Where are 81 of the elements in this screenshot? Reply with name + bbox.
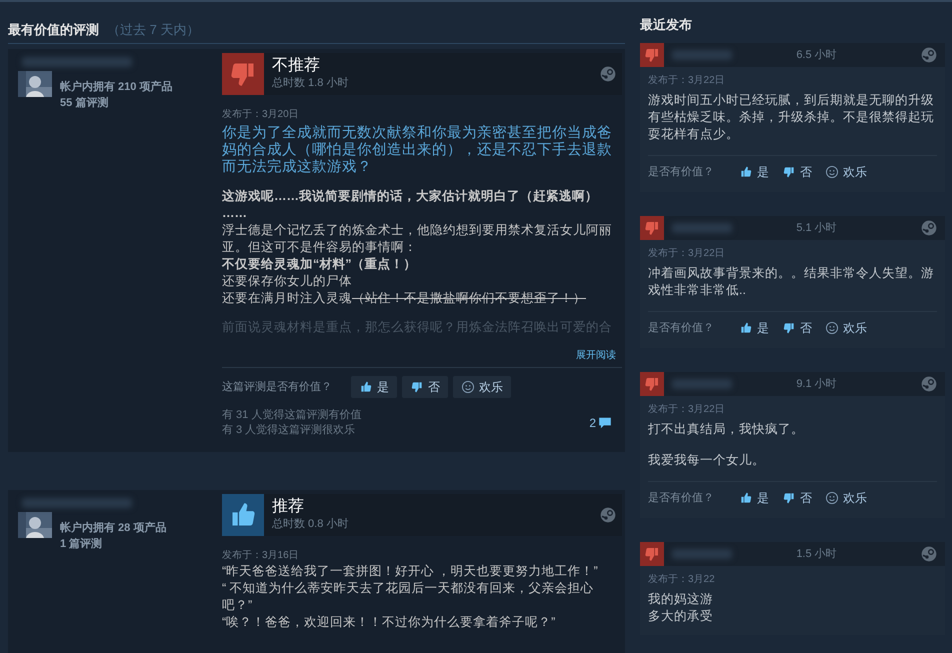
blurred-name <box>672 50 732 60</box>
review-text: “昨天爸爸送给我了一套拼图！好开心 ，明天也要更努力地工作！” <box>222 563 599 580</box>
review-text: …… <box>222 205 248 222</box>
review-text: 冲着画风故事背景来的。。结果非常令人失望。游戏性非常非常低.. <box>648 265 935 299</box>
steam-icon <box>921 546 937 562</box>
review-count: 55 篇评测 <box>60 96 110 111</box>
review-text: 不仅要给灵魂加“材料”（重点！） <box>222 256 418 273</box>
vote-button[interactable]: 是 <box>351 376 397 398</box>
post-date: 发布于：3月22 <box>648 573 716 587</box>
review-text: “ 不知道为什么蒂安昨天去了花园后一天都没有回来，父亲会担心吧？” <box>222 580 595 614</box>
thumbs-down-icon <box>782 491 796 505</box>
steam-icon <box>921 220 937 236</box>
thumbs-down-icon <box>410 380 424 394</box>
review-text: 这游戏呢……我说简要剧情的话，大家估计就明白了（赶紧逃啊） <box>222 188 599 205</box>
thumbs-down-icon <box>782 165 796 179</box>
comment-count: 2 <box>589 415 596 432</box>
vote-button[interactable]: 欢乐 <box>821 318 871 338</box>
verdict: 推荐 <box>272 498 305 516</box>
review-text: 多大的承受 <box>648 608 714 625</box>
review-text: 打不出真结局，我快疯了。 <box>648 421 805 438</box>
review-text: 前面说灵魂材料是重点，那怎么获得呢？用炼金法阵召唤出可爱的合 <box>222 319 613 336</box>
playtime: 总时数 1.8 小时 <box>272 76 348 91</box>
steam-icon <box>921 47 937 63</box>
vote-button[interactable]: 否 <box>778 318 816 338</box>
vote-button[interactable]: 否 <box>778 488 816 508</box>
post-date: 发布于：3月22日 <box>648 403 726 417</box>
speech-bubble-icon[interactable] <box>598 416 612 430</box>
helpful-prompt: 是否有价值？ <box>648 320 714 336</box>
steam-icon <box>600 507 616 523</box>
helpful-prompt: 这篇评测是否有价值？ <box>222 380 332 395</box>
post-date: 发布于：3月22日 <box>648 247 726 261</box>
vote-button[interactable]: 否 <box>402 376 448 398</box>
vote-button[interactable]: 是 <box>735 162 773 182</box>
section-subtitle: （过去 7 天内） <box>107 20 200 38</box>
playtime: 5.1 小时 <box>795 220 838 236</box>
section-title: 最有价值的评测 <box>8 20 99 38</box>
blurred-name <box>672 379 732 389</box>
blurred-name <box>672 223 732 233</box>
post-date: 发布于：3月22日 <box>648 74 726 88</box>
playtime: 1.5 小时 <box>795 546 838 562</box>
vote-button[interactable]: 是 <box>735 318 773 338</box>
review-text: “唉？！爸爸，欢迎回来！！不过你为什么要拿着斧子呢？” <box>222 614 556 631</box>
smiley-icon <box>825 321 839 335</box>
review-text: 你是为了全成就而无数次献祭和你最为亲密甚至把你当成爸妈的合成人（哪怕是你创造出来的），还是不忍下手去退款而无法完成这款游戏？ <box>222 125 613 176</box>
product-count: 帐户内拥有 210 项产品 <box>60 80 172 95</box>
review-count: 1 篇评测 <box>60 536 104 552</box>
thumbs-down-icon <box>782 321 796 335</box>
playtime: 6.5 小时 <box>795 48 838 63</box>
playtime: 总时数 0.8 小时 <box>272 516 348 532</box>
thumbs-up-icon <box>739 165 753 179</box>
post-date: 发布于：3月16日 <box>222 549 300 563</box>
post-date: 发布于：3月20日 <box>222 108 300 122</box>
helpful-prompt: 是否有价值？ <box>648 490 714 506</box>
vote-button[interactable]: 欢乐 <box>453 376 511 398</box>
product-count: 帐户内拥有 28 项产品 <box>60 520 166 536</box>
smiley-icon <box>825 491 839 505</box>
thumbs-up-icon <box>739 491 753 505</box>
review-text: 浮士德是个记忆丢了的炼金术士，他隐约想到要用禁术复活女儿阿丽亚。但这可不是件容易的事情啊： <box>222 222 613 256</box>
playtime: 9.1 小时 <box>795 376 838 392</box>
review-text: 还要保存你女儿的尸体 <box>222 273 353 290</box>
funny-count: 有 3 人觉得这篇评测很欢乐 <box>222 423 356 438</box>
vote-button[interactable]: 欢乐 <box>821 488 871 508</box>
vote-button[interactable]: 否 <box>778 162 816 182</box>
helpful-count: 有 31 人觉得这篇评测有价值 <box>222 408 362 423</box>
blurred-name <box>672 549 732 559</box>
vote-button[interactable]: 欢乐 <box>821 162 871 182</box>
verdict: 不推荐 <box>272 56 321 75</box>
review-text: 我爱我每一个女儿。 <box>648 452 766 469</box>
helpful-prompt: 是否有价值？ <box>648 164 714 180</box>
thumbs-up-icon <box>359 380 373 394</box>
review-text: 游戏时间五小时已经玩腻，到后期就是无聊的升级有些枯燥乏味。杀掉，升级杀掉。不是很禁得起玩耍花样有点少。 <box>648 92 935 143</box>
section-title: 最近发布 <box>640 16 692 34</box>
smiley-icon <box>825 165 839 179</box>
steam-icon <box>600 66 616 82</box>
review-text: 我的妈这游 <box>648 591 714 608</box>
smiley-icon <box>461 380 475 394</box>
vote-button[interactable]: 是 <box>735 488 773 508</box>
steam-icon <box>921 376 937 392</box>
review-text: 还要在满月时注入灵魂（站住！不是撒盐啊你们不要想歪了！） <box>222 290 587 307</box>
thumbs-up-icon <box>739 321 753 335</box>
read-more-link[interactable]: 展开阅读 <box>222 348 616 363</box>
